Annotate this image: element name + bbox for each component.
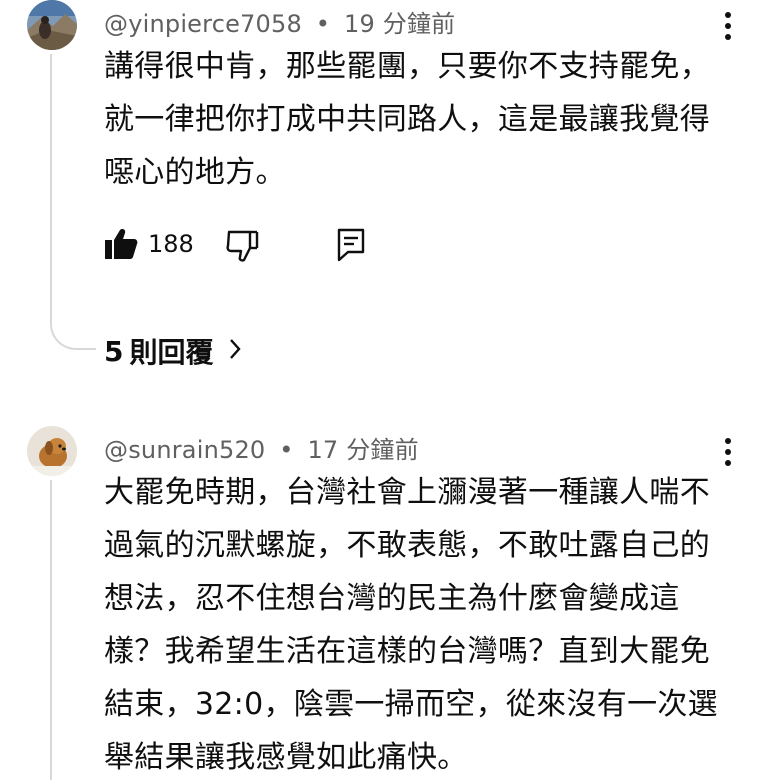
comment-meta: @yinpierce7058 • 19 分鐘前 xyxy=(104,4,455,39)
thumbs-up-filled-icon[interactable] xyxy=(104,228,138,264)
comment-line: 講得很中肯，那些罷團，只要你不支持罷免， xyxy=(104,49,710,84)
comment-line: 過氣的沉默螺旋，不敢表態，不敢吐露自己的 xyxy=(104,528,710,563)
chevron-right-icon xyxy=(228,335,242,368)
comment-actions: 188 xyxy=(104,222,404,268)
thread-line xyxy=(50,480,52,780)
comment-line: 就一律把你打成中共同路人，這是最讓我覺得 xyxy=(104,102,710,137)
thumbs-down-outline-icon[interactable] xyxy=(226,230,260,266)
comment-text: 大罷免時期，台灣社會上瀰漫著一種讓人喘不 過氣的沉默螺旋，不敢表態，不敢吐露自己… xyxy=(104,466,724,784)
comment-text: 講得很中肯，那些罷團，只要你不支持罷免， 就一律把你打成中共同路人，這是最讓我覺… xyxy=(104,40,724,199)
username[interactable]: @sunrain520 xyxy=(104,436,265,464)
avatar[interactable] xyxy=(27,426,77,476)
thread-line xyxy=(50,54,96,350)
reply-count: 5 xyxy=(104,334,124,368)
comment-line: 舉結果讓我感覺如此痛快。 xyxy=(104,740,468,775)
comment-line: 結束，32:0，陰雲一掃而空，從來沒有一次選 xyxy=(104,687,718,722)
timestamp: 17 分鐘前 xyxy=(307,436,419,464)
timestamp: 19 分鐘前 xyxy=(343,10,456,38)
comment-line: 噁心的地方。 xyxy=(104,155,286,190)
separator: • xyxy=(315,10,331,38)
view-replies-button[interactable]: 5 則回覆 xyxy=(104,328,242,374)
username[interactable]: @yinpierce7058 xyxy=(104,10,302,38)
separator: • xyxy=(279,436,294,464)
comment-line: 大罷免時期，台灣社會上瀰漫著一種讓人喘不 xyxy=(104,475,710,510)
reply-comment-icon[interactable] xyxy=(336,228,366,266)
comment-line: 樣？我希望生活在這樣的台灣嗎？直到大罷免 xyxy=(104,634,710,669)
reply-label: 則回覆 xyxy=(129,336,214,369)
mountain-photo-avatar-icon xyxy=(27,0,77,50)
like-count: 188 xyxy=(148,230,194,258)
avatar[interactable] xyxy=(27,0,77,50)
comment-line: 想法，忍不住想台灣的民主為什麼會變成這 xyxy=(104,581,680,616)
comment-meta: @sunrain520 • 17 分鐘前 xyxy=(104,430,419,465)
dog-photo-avatar-icon xyxy=(27,426,77,476)
